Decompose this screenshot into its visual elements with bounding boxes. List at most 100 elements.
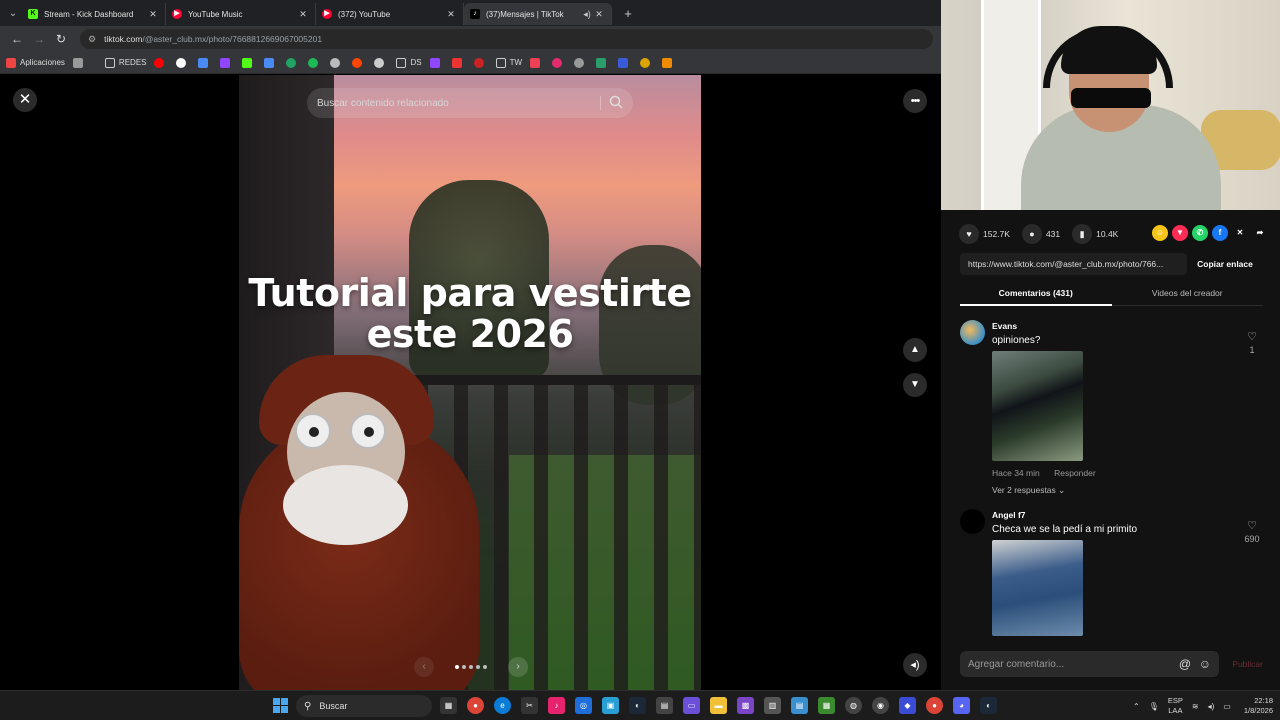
avatar[interactable]: [960, 509, 985, 534]
bookmark-gear[interactable]: [574, 57, 588, 68]
comment-input[interactable]: Agregar comentario... @ ☺: [960, 651, 1219, 677]
bookmark-tool-red[interactable]: [451, 57, 466, 68]
comment-image[interactable]: [992, 540, 1083, 636]
app-icon[interactable]: ▩: [737, 697, 754, 714]
app-icon[interactable]: ◍: [845, 697, 862, 714]
view-replies-button[interactable]: Ver 2 respuestas ⌄: [992, 485, 1065, 496]
taskbar-search[interactable]: ⚲ Buscar: [296, 695, 432, 717]
post-photo[interactable]: Buscar contenido relacionado Tutorial pa…: [239, 75, 701, 690]
bookmark-github[interactable]: [330, 57, 344, 68]
app-icon[interactable]: ◉: [872, 697, 889, 714]
mention-icon[interactable]: @: [1179, 657, 1191, 671]
chrome-icon[interactable]: ●: [467, 697, 484, 714]
chrome-icon[interactable]: ●: [926, 697, 943, 714]
site-info-icon[interactable]: ⚙: [88, 34, 96, 45]
app-icon[interactable]: ▤: [656, 697, 673, 714]
search-icon[interactable]: [609, 95, 623, 109]
battery-icon[interactable]: ▭: [1223, 702, 1231, 711]
bookmark-twitch-2[interactable]: [429, 57, 444, 68]
friends-share-icon[interactable]: ☺: [1152, 225, 1168, 241]
bookmark-pink[interactable]: [552, 57, 566, 68]
next-post-button[interactable]: ▼: [903, 373, 927, 397]
emoji-icon[interactable]: ☺: [1199, 657, 1211, 671]
bookmark-orange[interactable]: [662, 57, 676, 68]
volume-button[interactable]: ◂): [903, 653, 927, 677]
tab-kick[interactable]: K Stream - Kick Dashboard ✕: [22, 3, 166, 25]
microphone-icon[interactable]: 🎙: [1149, 702, 1159, 711]
bookmark-chatgpt[interactable]: [374, 57, 388, 68]
more-options-button[interactable]: •••: [903, 89, 927, 113]
facebook-icon[interactable]: f: [1212, 225, 1228, 241]
task-view-icon[interactable]: ▦: [440, 697, 457, 714]
url-bar[interactable]: ⚙ tiktok.com/@aster_club.mx/photo/766881…: [80, 29, 933, 49]
close-tab-icon[interactable]: ✕: [147, 9, 159, 20]
comment-author[interactable]: Angel f7: [992, 510, 1026, 520]
reply-button[interactable]: Responder: [1054, 468, 1096, 478]
carousel-prev-button[interactable]: ‹: [414, 657, 434, 677]
windows-start-icon[interactable]: [273, 698, 288, 713]
steam-icon[interactable]: ◐: [980, 697, 997, 714]
clock[interactable]: 22:18 1/8/2026: [1244, 696, 1273, 716]
app-icon[interactable]: ◆: [899, 697, 916, 714]
bookmark-youtube[interactable]: [154, 57, 168, 68]
x-icon[interactable]: ✕: [1232, 225, 1248, 241]
share-link-field[interactable]: https://www.tiktok.com/@aster_club.mx/ph…: [960, 253, 1187, 275]
bookmark-apps[interactable]: Aplicaciones: [6, 57, 65, 68]
close-tab-icon[interactable]: ✕: [297, 9, 309, 20]
bookmark-grid[interactable]: [72, 57, 87, 68]
reload-icon[interactable]: ↻: [50, 32, 72, 46]
repost-icon[interactable]: ▼: [1172, 225, 1188, 241]
bookmark-yellow[interactable]: [640, 57, 654, 68]
carousel-dot[interactable]: [455, 665, 459, 669]
chevron-up-icon[interactable]: ⌃: [1133, 702, 1140, 711]
copy-link-button[interactable]: Copiar enlace: [1187, 253, 1263, 275]
bookmark-twitch[interactable]: [220, 57, 234, 68]
tab-creator-videos[interactable]: Videos del creador: [1111, 284, 1263, 306]
bookmark-blue[interactable]: [618, 57, 632, 68]
carousel-next-button[interactable]: ›: [508, 657, 528, 677]
discord-icon[interactable]: ◕: [953, 697, 970, 714]
edge-icon[interactable]: e: [494, 697, 511, 714]
comment-button[interactable]: ● 431: [1021, 224, 1060, 244]
bookmark-translate[interactable]: [198, 57, 212, 68]
previous-post-button[interactable]: ▲: [903, 338, 927, 362]
tab-comments[interactable]: Comentarios (431): [960, 284, 1112, 306]
related-search-input[interactable]: Buscar contenido relacionado: [307, 88, 633, 118]
language-indicator[interactable]: ESP LAA: [1168, 696, 1183, 716]
close-tab-icon[interactable]: ✕: [593, 9, 605, 20]
tab-audio-icon[interactable]: ◂): [581, 9, 593, 20]
capcut-icon[interactable]: ✂: [521, 697, 538, 714]
steam-icon[interactable]: ◐: [629, 697, 646, 714]
app-icon[interactable]: ▭: [683, 697, 700, 714]
bookmark-folder-tw[interactable]: TW: [495, 57, 522, 68]
tab-youtube[interactable]: ▶ (372) YouTube ✕: [316, 3, 464, 25]
comment-like-icon[interactable]: ♡: [1244, 519, 1260, 532]
calculator-icon[interactable]: ▥: [764, 697, 781, 714]
tiktok-app-icon[interactable]: ♪: [548, 697, 565, 714]
bookmark-tool-ak[interactable]: [473, 57, 488, 68]
close-viewer-button[interactable]: ✕: [13, 88, 37, 112]
comment-like-icon[interactable]: ♡: [1244, 330, 1260, 343]
app-icon[interactable]: ▣: [602, 697, 619, 714]
bookmark-kick[interactable]: [242, 57, 256, 68]
speaker-icon[interactable]: ◂): [1208, 702, 1215, 711]
carousel-dot[interactable]: [469, 665, 473, 669]
avatar[interactable]: [960, 320, 985, 345]
like-button[interactable]: ♥ 152.7K: [959, 224, 1010, 244]
comment-author[interactable]: Evans: [992, 321, 1017, 331]
bookmark-sheets[interactable]: [286, 57, 300, 68]
bookmark-reddit[interactable]: [352, 57, 366, 68]
tab-search-icon[interactable]: ⌄: [4, 8, 22, 19]
bookmark-drive[interactable]: [264, 57, 278, 68]
bookmark-google[interactable]: [176, 57, 190, 68]
app-icon[interactable]: ◎: [575, 697, 592, 714]
bookmark-pocket[interactable]: [530, 57, 544, 68]
bookmark-folder-redes[interactable]: REDES: [104, 57, 146, 68]
tab-youtube-music[interactable]: ▶ YouTube Music ✕: [166, 3, 316, 25]
wifi-icon[interactable]: ≋: [1192, 702, 1199, 711]
carousel-dot[interactable]: [483, 665, 487, 669]
save-button[interactable]: ▮ 10.4K: [1072, 224, 1118, 244]
comment-image[interactable]: [992, 351, 1083, 461]
minecraft-icon[interactable]: ▦: [818, 697, 835, 714]
tab-tiktok[interactable]: ♪ (37)Mensajes | TikTok ◂) ✕: [464, 3, 612, 25]
